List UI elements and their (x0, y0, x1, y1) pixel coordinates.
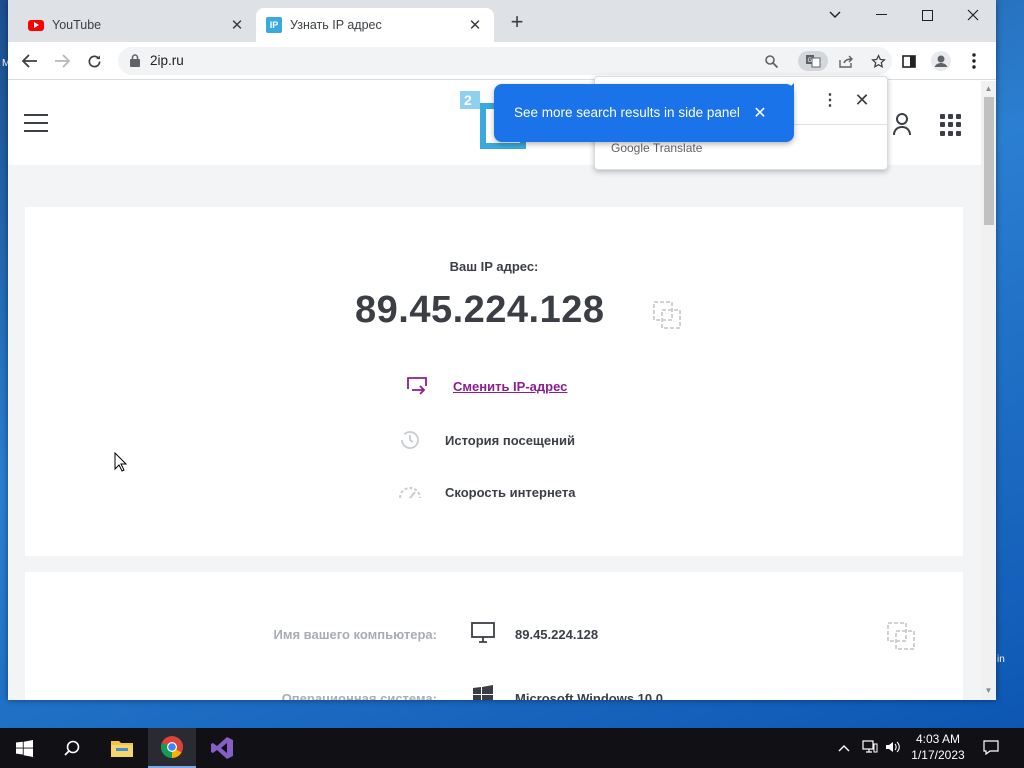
back-button[interactable] (19, 50, 41, 72)
url-text: 2ip.ru (150, 53, 184, 68)
history-icon (397, 429, 423, 451)
side-panel-icon[interactable] (898, 50, 920, 72)
close-tab-icon[interactable]: ✕ (228, 16, 246, 34)
ip-card: Ваш IP адрес: 89.45.224.128 Сменить IP-а… (25, 207, 963, 556)
address-bar[interactable]: 2ip.ru G (118, 47, 892, 75)
scrollbar-thumb[interactable] (984, 97, 994, 225)
os-label: Операционная система: (281, 691, 437, 700)
change-ip-icon (405, 375, 431, 397)
copy-icon[interactable] (653, 301, 681, 334)
info-card: Имя вашего компьютера: 89.45.224.128 Опе… (25, 572, 963, 700)
visual-studio-button[interactable] (198, 728, 246, 768)
speedometer-icon (397, 481, 423, 503)
bubble-text: See more search results in side panel (514, 105, 740, 120)
tab-2ip[interactable]: IP Узнать IP адрес ✕ (256, 8, 494, 42)
tab-title: YouTube (52, 18, 102, 32)
desktop-fragment-right: in (997, 654, 1005, 665)
taskbar-search-button[interactable] (48, 728, 96, 768)
page-viewport: 2 Ваш IP адрес: 89.45.224.128 Сменить IP… (8, 81, 981, 700)
computer-name-value: 89.45.224.128 (515, 627, 599, 642)
computer-monitor-icon (471, 622, 495, 649)
user-icon[interactable] (892, 112, 912, 141)
reload-button[interactable] (83, 50, 105, 72)
file-explorer-icon (111, 741, 133, 757)
2ip-favicon: IP (266, 17, 282, 33)
profile-avatar[interactable] (930, 50, 952, 72)
hamburger-menu-icon[interactable] (24, 114, 48, 132)
network-icon[interactable] (862, 740, 878, 757)
bubble-pointer (784, 83, 794, 93)
google-translate-label: Google Translate (611, 141, 703, 155)
visual-studio-icon (211, 737, 233, 759)
new-tab-button[interactable]: + (506, 11, 528, 34)
chrome-taskbar-button[interactable] (148, 728, 196, 768)
notifications-icon[interactable] (983, 739, 999, 758)
close-tab-icon[interactable]: ✕ (466, 16, 484, 34)
share-icon[interactable] (835, 51, 857, 71)
browser-toolbar: 2ip.ru G (8, 42, 996, 80)
search-icon[interactable] (760, 51, 782, 71)
history-row[interactable]: История посещений (397, 429, 575, 451)
speed-link[interactable]: Скорость интернета (445, 485, 575, 500)
search-icon (64, 740, 80, 756)
maximize-button[interactable] (904, 4, 950, 26)
tray-chevron-up-icon[interactable] (838, 740, 850, 755)
svg-text:G: G (808, 57, 813, 64)
scroll-down-icon[interactable]: ▼ (984, 687, 993, 695)
close-window-button[interactable] (950, 4, 996, 26)
taskbar-clock[interactable]: 4:03 AM 1/17/2023 (906, 731, 970, 763)
translate-icon[interactable]: G (798, 51, 828, 71)
tab-youtube[interactable]: YouTube ✕ (20, 8, 256, 42)
forward-button[interactable] (51, 50, 73, 72)
windows-taskbar: 4:03 AM 1/17/2023 (0, 728, 1024, 768)
history-link[interactable]: История посещений (445, 433, 575, 448)
side-panel-promo-bubble: See more search results in side panel ✕ (494, 83, 794, 142)
scroll-up-icon[interactable]: ▲ (984, 85, 993, 93)
change-ip-link[interactable]: Сменить IP-адрес (453, 379, 567, 394)
change-ip-row[interactable]: Сменить IP-адрес (405, 375, 567, 397)
ip-address-value[interactable]: 89.45.224.128 (355, 289, 605, 332)
windows-logo-icon (473, 685, 493, 700)
ip-label: Ваш IP адрес: (449, 259, 539, 274)
start-button[interactable] (0, 728, 48, 768)
close-popup-button[interactable]: ✕ (851, 89, 873, 111)
file-explorer-button[interactable] (98, 728, 146, 768)
speed-row[interactable]: Скорость интернета (397, 481, 575, 503)
logo-digit: 2 (464, 92, 472, 108)
copy-icon[interactable] (887, 622, 915, 655)
close-bubble-button[interactable]: ✕ (751, 104, 769, 122)
apps-grid-icon[interactable] (940, 114, 962, 136)
start-icon (15, 739, 33, 757)
tab-strip: YouTube ✕ IP Узнать IP адрес ✕ + (8, 0, 996, 42)
volume-icon[interactable] (885, 740, 901, 757)
youtube-icon (28, 19, 44, 31)
os-value: Microsoft Windows 10.0 (515, 691, 663, 700)
chrome-icon (161, 736, 183, 758)
mouse-cursor-icon (114, 451, 128, 477)
browser-menu-icon[interactable] (963, 50, 985, 72)
minimize-button[interactable] (858, 4, 904, 26)
clock-time: 4:03 AM (915, 732, 961, 746)
lock-icon[interactable] (130, 54, 140, 72)
tab-search-button[interactable] (812, 4, 858, 26)
computer-name-label: Имя вашего компьютера: (273, 627, 437, 642)
bookmark-star-icon[interactable] (867, 51, 889, 71)
page-scrollbar[interactable]: ▲ ▼ (981, 81, 996, 700)
tab-title: Узнать IP адрес (290, 18, 382, 32)
more-options-icon[interactable]: ⋮ (819, 89, 841, 111)
clock-date: 1/17/2023 (911, 748, 965, 762)
